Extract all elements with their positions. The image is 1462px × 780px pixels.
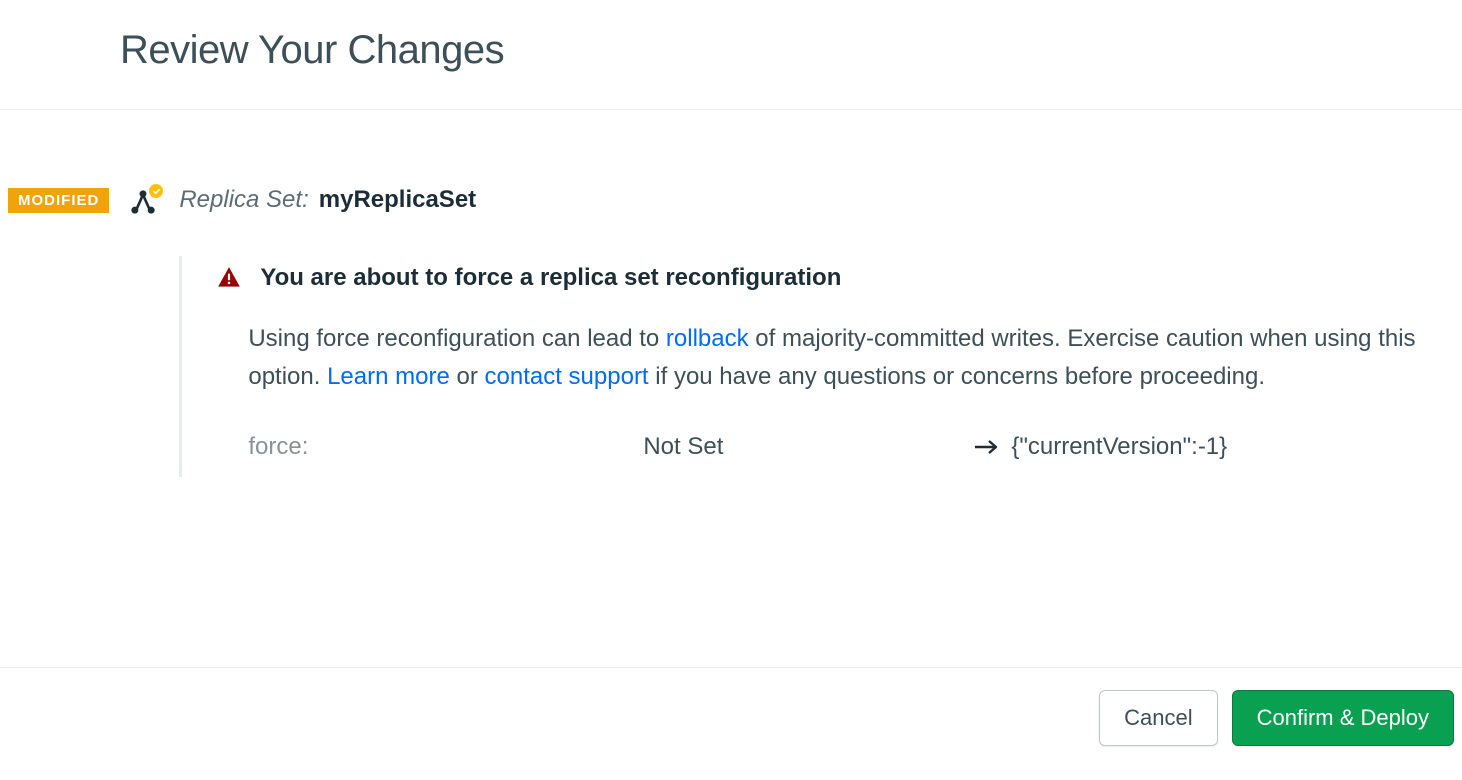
page-header: Review Your Changes: [0, 0, 1462, 110]
rollback-link[interactable]: rollback: [666, 325, 749, 352]
diff-old-value: Not Set: [643, 433, 973, 461]
arrow-right-icon: [973, 439, 999, 455]
warning-title: You are about to force a replica set rec…: [260, 264, 841, 292]
warning-text-segment: Using force reconfiguration can lead to: [248, 325, 666, 352]
content-area: MODIFIED Replica Set: myReplicaSet: [0, 110, 1462, 477]
confirm-deploy-button[interactable]: Confirm & Deploy: [1232, 690, 1454, 746]
warning-text-segment: or: [450, 363, 485, 390]
check-badge-icon: [149, 184, 163, 198]
cancel-button[interactable]: Cancel: [1099, 690, 1217, 746]
modified-badge: MODIFIED: [8, 188, 109, 213]
replica-set-icon: [129, 188, 159, 216]
diff-row: force: Not Set {"currentVersion":-1}: [216, 433, 1424, 461]
warning-text-segment: if you have any questions or concerns be…: [649, 363, 1265, 390]
warning-triangle-icon: [216, 265, 242, 291]
replica-header: Replica Set: myReplicaSet: [179, 186, 1454, 214]
diff-key: force:: [248, 433, 643, 461]
replica-name: myReplicaSet: [319, 186, 476, 214]
change-body: Replica Set: myReplicaSet You are about …: [179, 186, 1454, 477]
learn-more-link[interactable]: Learn more: [327, 363, 450, 390]
warning-text: Using force reconfiguration can lead to …: [216, 320, 1424, 397]
warning-box: You are about to force a replica set rec…: [179, 256, 1454, 477]
page-title: Review Your Changes: [120, 28, 1462, 73]
footer-actions: Cancel Confirm & Deploy: [0, 667, 1462, 780]
contact-support-link[interactable]: contact support: [485, 363, 649, 390]
change-row: MODIFIED Replica Set: myReplicaSet: [8, 186, 1454, 477]
diff-new-value: {"currentVersion":-1}: [1011, 433, 1227, 461]
replica-type-label: Replica Set:: [179, 186, 308, 214]
